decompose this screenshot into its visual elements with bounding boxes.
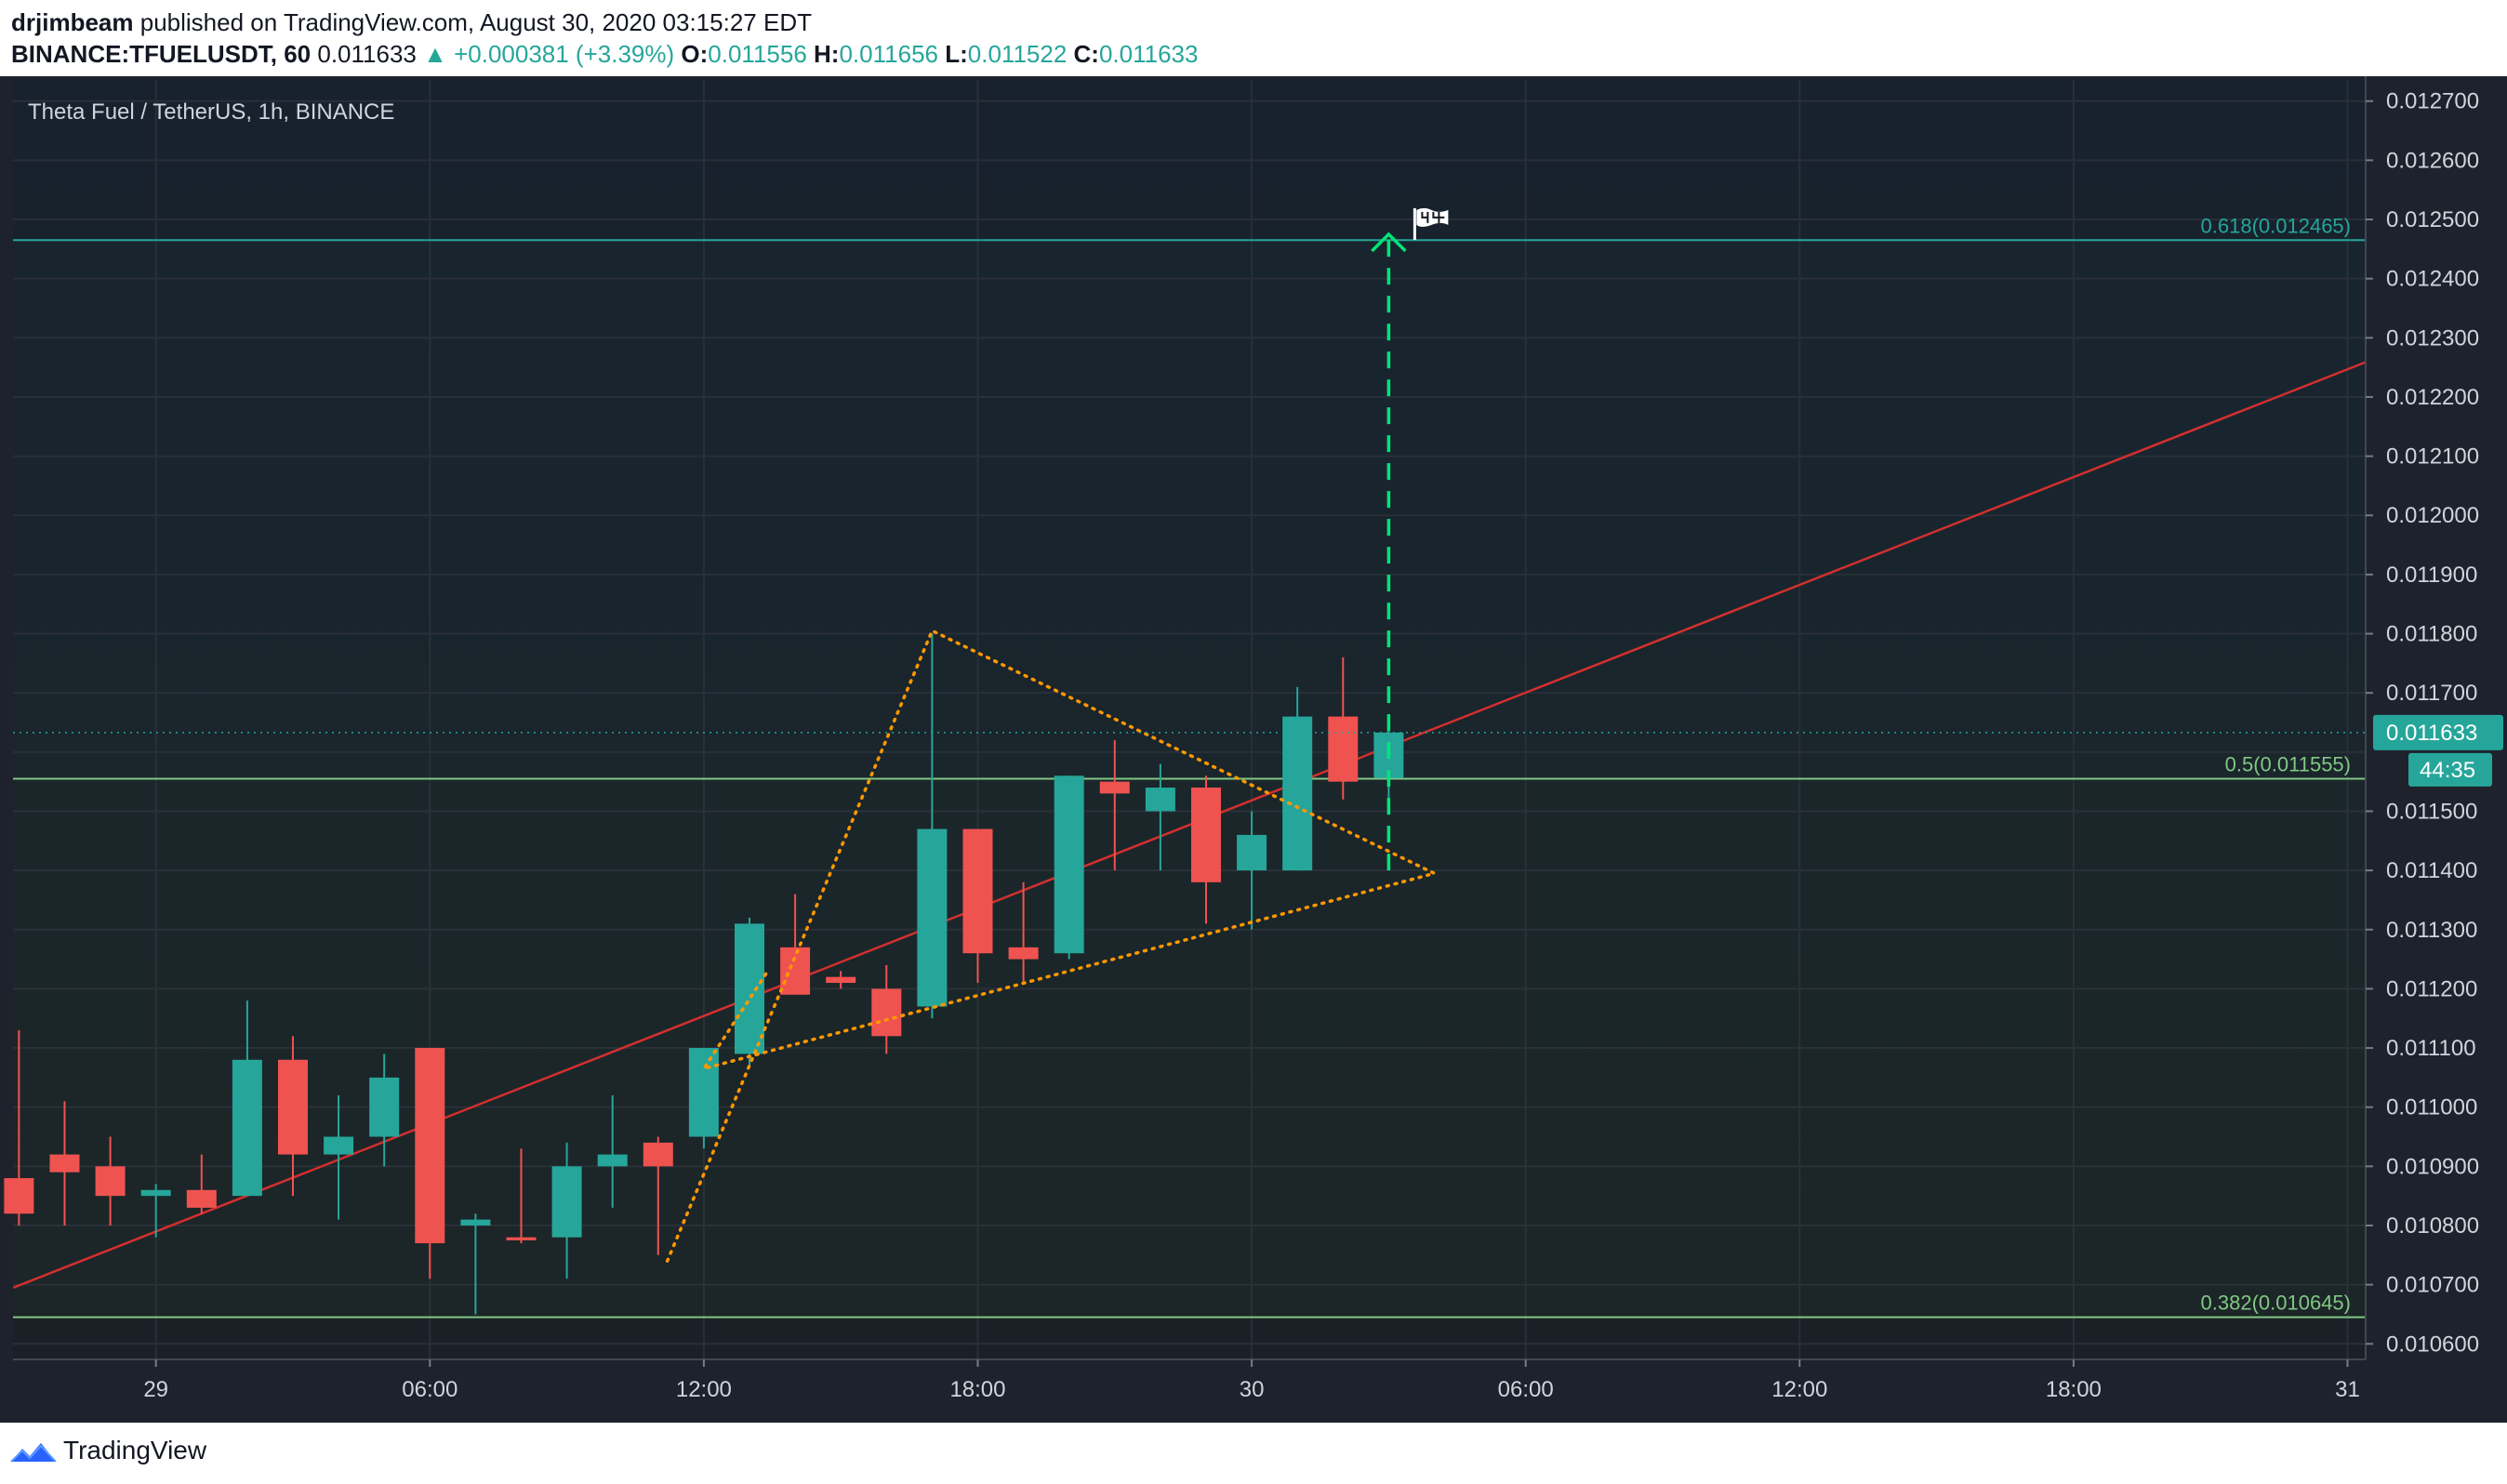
candle-body: [1190, 788, 1221, 882]
countdown-label: 44:35: [2420, 758, 2475, 783]
price-tick-label: 0.011800: [2386, 622, 2477, 647]
candle-body: [277, 1059, 308, 1155]
candle-body: [49, 1154, 80, 1173]
candle-body: [871, 988, 902, 1037]
price-tick-label: 0.011200: [2386, 976, 2477, 1001]
price-tick-label: 0.011300: [2386, 918, 2477, 943]
price-tick-label: 0.011100: [2386, 1036, 2476, 1061]
time-tick-label: 06:00: [402, 1377, 458, 1402]
candle-body: [734, 923, 764, 1054]
symbol-name: BINANCE:TFUELUSDT, 60: [11, 40, 312, 68]
price-tick-label: 0.010600: [2386, 1332, 2479, 1357]
price-tick-label: 0.012200: [2386, 385, 2479, 410]
candle-body: [1282, 716, 1313, 871]
price-tick-label: 0.012400: [2386, 267, 2479, 292]
price-tick-label: 0.011900: [2386, 563, 2477, 588]
candle-body: [186, 1189, 217, 1208]
candle-body: [1054, 775, 1084, 954]
close-label: C:: [1073, 40, 1099, 68]
time-tick-label: 30: [1240, 1377, 1265, 1402]
price-tick-label: 0.011400: [2386, 858, 2477, 883]
publish-info: published on TradingView.com, August 30,…: [139, 8, 812, 36]
candle-body: [415, 1048, 445, 1244]
candle-body: [324, 1136, 354, 1155]
low-value: 0.011522: [967, 40, 1068, 68]
price-tick-label: 0.011500: [2386, 799, 2477, 824]
price-tick-label: 0.012500: [2386, 207, 2479, 232]
open-label: O:: [681, 40, 709, 68]
current-price-label: 0.011633: [2386, 721, 2477, 746]
fib-zone-upper: [13, 240, 2366, 779]
candle-body: [551, 1166, 582, 1238]
time-tick-label: 12:00: [1771, 1377, 1827, 1402]
candle-body: [1008, 947, 1039, 960]
candle-body: [1328, 716, 1359, 782]
time-tick-label: 18:00: [2046, 1377, 2102, 1402]
chart-header: drjimbeam published on TradingView.com, …: [0, 0, 2507, 76]
tradingview-logo-icon[interactable]: [9, 1438, 58, 1467]
price-change: ▲ +0.000381 (+3.39%): [423, 40, 675, 68]
fib-zone-lower: [13, 778, 2366, 1318]
price-tick-label: 0.012600: [2386, 148, 2479, 173]
time-tick-label: 29: [143, 1377, 168, 1402]
time-tick-label: 06:00: [1498, 1377, 1554, 1402]
candle-body: [688, 1048, 719, 1137]
time-tick-label: 12:00: [676, 1377, 732, 1402]
price-tick-label: 0.012700: [2386, 89, 2479, 114]
candle-body: [140, 1189, 171, 1197]
candle-body: [1145, 788, 1175, 812]
candle-body: [826, 976, 856, 984]
candle-body: [962, 828, 993, 954]
candle-body: [780, 947, 811, 995]
price-tick-label: 0.010700: [2386, 1273, 2479, 1298]
close-value: 0.011633: [1098, 40, 1199, 68]
author-name[interactable]: drjimbeam: [11, 8, 134, 36]
time-axis-background: [13, 1359, 2366, 1423]
brand-name[interactable]: TradingView: [63, 1436, 206, 1465]
candle-body: [643, 1142, 673, 1167]
price-tick-label: 0.012000: [2386, 503, 2479, 528]
price-tick-label: 0.011000: [2386, 1095, 2477, 1120]
symbol-line: BINANCE:TFUELUSDT, 60 0.011633 ▲ +0.0003…: [11, 39, 1198, 69]
candle-body: [460, 1219, 491, 1226]
price-chart[interactable]: 0.618(0.012465) 0.5(0.011555) 0.382(0.0106…: [0, 76, 2507, 1423]
price-tick-label: 0.010900: [2386, 1154, 2479, 1179]
candle-body: [95, 1166, 126, 1197]
publish-line: drjimbeam published on TradingView.com, …: [11, 7, 812, 37]
fib-label-2: 0.382(0.010645): [2201, 1292, 2351, 1315]
chart-title: Theta Fuel / TetherUS, 1h, BINANCE: [28, 99, 394, 125]
fib-label-0: 0.618(0.012465): [2201, 214, 2351, 237]
footer: TradingView: [0, 1423, 2507, 1484]
open-value: 0.011556: [708, 40, 807, 68]
time-tick-label: 18:00: [949, 1377, 1005, 1402]
candle-body: [369, 1077, 400, 1137]
price-tick-label: 0.012300: [2386, 325, 2479, 351]
last-price: 0.011633: [317, 40, 417, 68]
candle-body: [597, 1154, 628, 1167]
candle-body: [4, 1178, 34, 1214]
fib-label-1: 0.5(0.011555): [2225, 752, 2351, 775]
price-tick-label: 0.012100: [2386, 444, 2479, 470]
candle-body: [917, 828, 948, 1007]
candle-body: [1099, 781, 1130, 794]
price-tick-label: 0.011700: [2386, 681, 2477, 706]
price-tick-label: 0.010800: [2386, 1213, 2479, 1239]
candle-body: [232, 1059, 262, 1197]
high-value: 0.011656: [839, 40, 938, 68]
low-label: L:: [945, 40, 968, 68]
candle-body: [506, 1237, 537, 1240]
high-label: H:: [814, 40, 840, 68]
candle-body: [1237, 834, 1267, 871]
time-tick-label: 31: [2335, 1377, 2360, 1402]
